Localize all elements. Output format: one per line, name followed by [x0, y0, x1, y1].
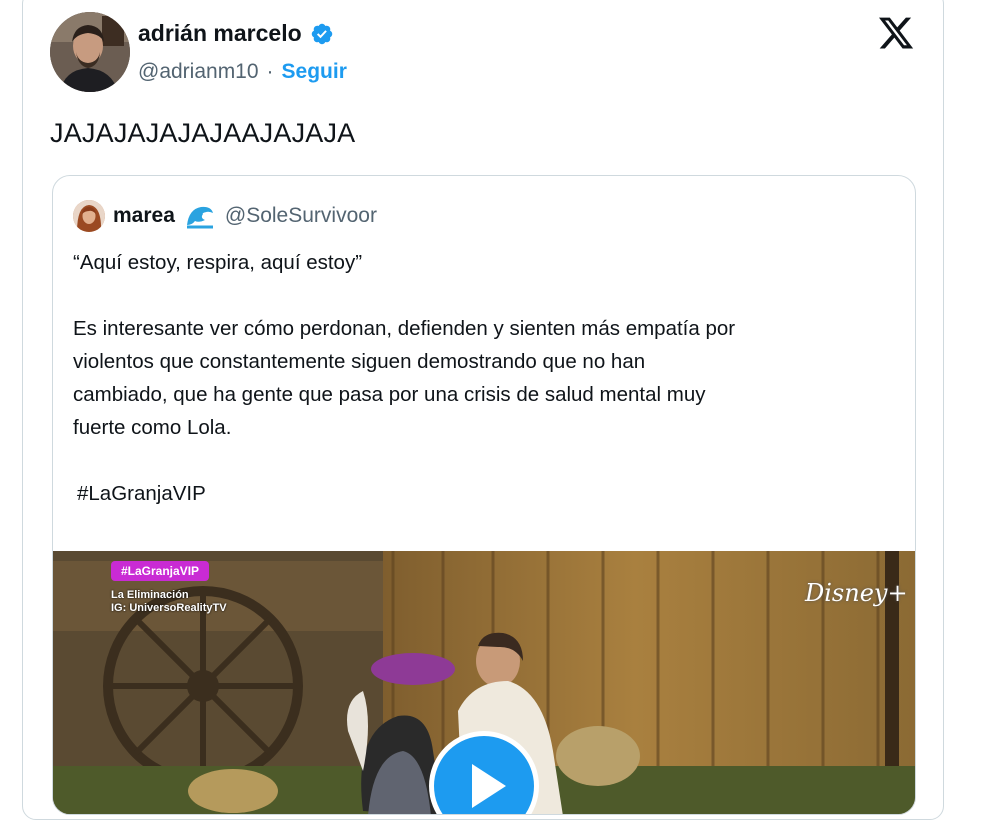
quoted-header: marea @SoleSurvivoor: [113, 203, 377, 229]
quoted-text: “Aquí estoy, respira, aquí estoy” Es int…: [73, 246, 903, 510]
quoted-line: Es interesante ver cómo perdonan, defien…: [73, 317, 736, 340]
play-button[interactable]: [429, 731, 539, 814]
quoted-line: fuerte como Lola.: [73, 416, 232, 439]
quoted-display-name[interactable]: marea: [113, 204, 175, 228]
author-handle[interactable]: @adrianm10: [138, 60, 259, 84]
play-icon: [472, 764, 506, 808]
video-channel-badge: #LaGranjaVIP: [111, 561, 210, 581]
quoted-tweet[interactable]: marea @SoleSurvivoor “Aquí estoy, respir…: [52, 175, 916, 815]
separator-dot: ·: [266, 60, 274, 83]
author-display-name[interactable]: adrián marcelo: [138, 20, 302, 47]
verified-badge-icon: [311, 23, 332, 44]
wave-emoji-icon: [186, 206, 213, 229]
quoted-handle[interactable]: @SoleSurvivoor: [225, 204, 377, 228]
tweet-text: JAJAJAJAJAJAAJAJAJA: [50, 118, 356, 148]
follow-button[interactable]: Seguir: [282, 60, 347, 84]
disney-plus-watermark: Disney+: [805, 579, 908, 607]
quoted-line: violentos que constantemente siguen demo…: [73, 350, 646, 373]
x-logo-icon[interactable]: [876, 14, 916, 52]
quoted-line: “Aquí estoy, respira, aquí estoy”: [73, 251, 363, 274]
video-media[interactable]: #LaGranjaVIP La Eliminación IG: Universo…: [53, 551, 915, 814]
video-overlay-caption: La Eliminación IG: UniversoRealityTV: [111, 589, 227, 615]
quoted-line: cambiado, que ha gente que pasa por una …: [73, 383, 706, 406]
author-handle-row: @adrianm10 · Seguir: [138, 60, 347, 84]
author-name-row: adrián marcelo: [138, 20, 334, 47]
overlay-line: IG: UniversoRealityTV: [111, 602, 227, 614]
overlay-line: La Eliminación: [111, 589, 189, 601]
hashtag-link[interactable]: #LaGranjaVIP: [77, 477, 903, 510]
author-avatar[interactable]: [50, 12, 130, 92]
quoted-author-avatar[interactable]: [73, 200, 105, 232]
